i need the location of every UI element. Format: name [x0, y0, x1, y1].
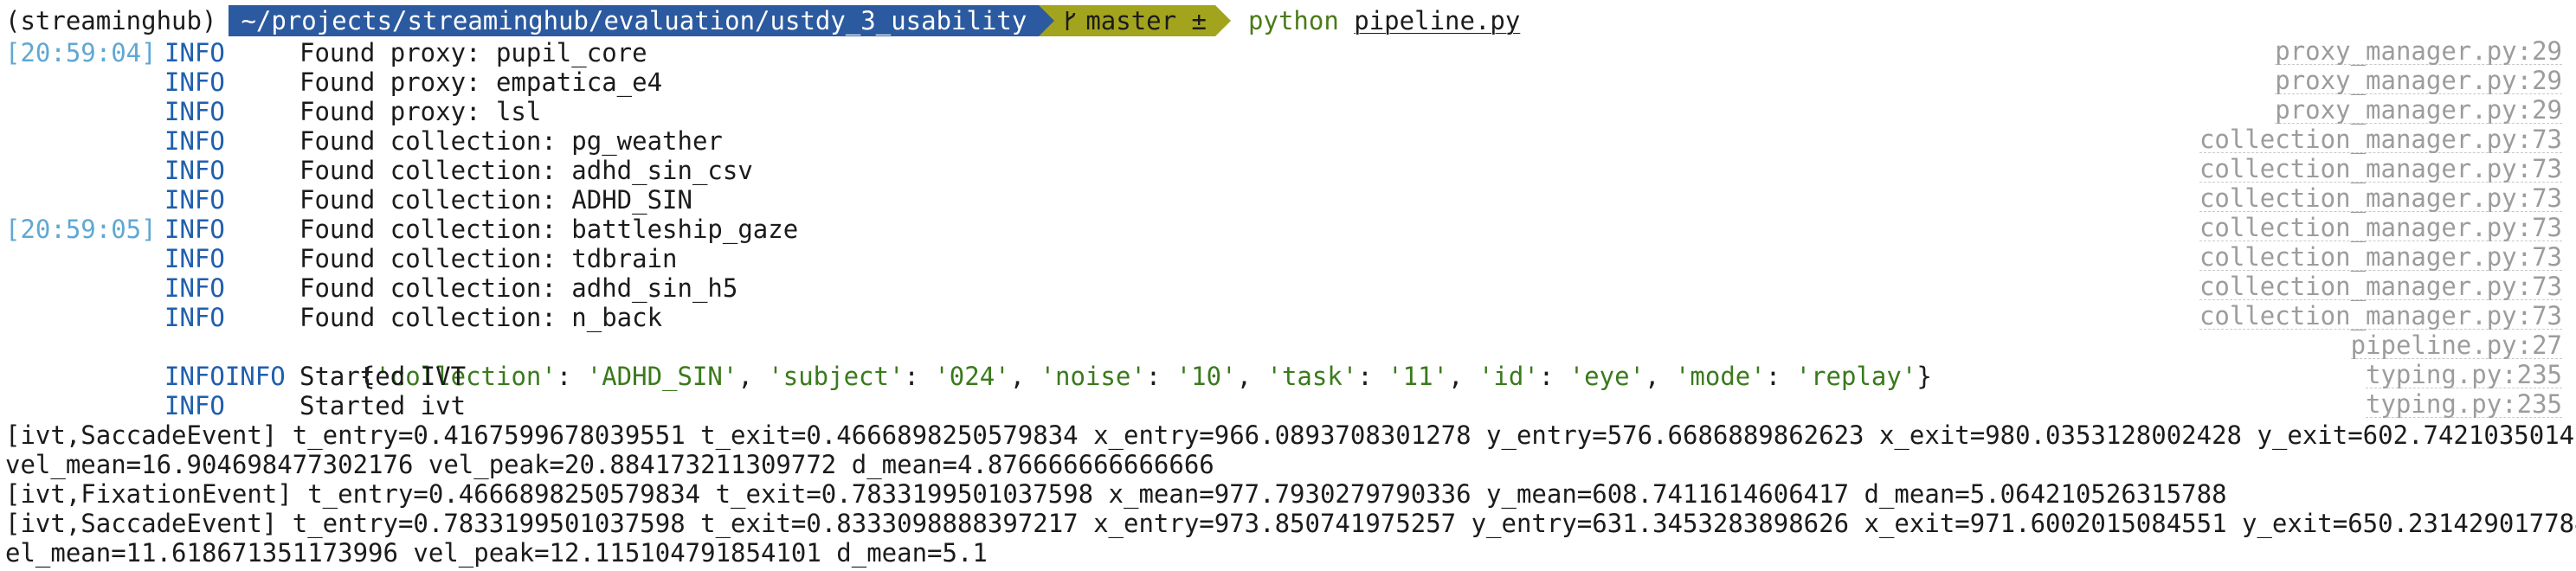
log-level: INFO — [164, 244, 225, 273]
terminal-window[interactable]: (streaminghub) ~/projects/streaminghub/e… — [0, 0, 2576, 571]
log-message: Found collection: adhd_sin_csv — [299, 156, 753, 185]
log-message: Found collection: n_back — [299, 303, 663, 332]
git-branch-icon — [1066, 11, 1076, 30]
log-source-link[interactable]: typing.py:235 — [2366, 362, 2562, 388]
log-level: INFO — [164, 273, 225, 303]
git-branch-label: master ± — [1085, 6, 1208, 35]
log-message: Found collection: battleship_gaze — [299, 215, 799, 244]
log-line: INFO Found collection: ADHD_SIN collection… — [5, 185, 2573, 215]
log-source-link[interactable]: collection_manager.py:73 — [2199, 244, 2562, 271]
output-line: vel_mean=16.904698477302176 vel_peak=20.… — [5, 450, 1214, 479]
command-name: python — [1248, 6, 1339, 35]
output-line: [ivt,FixationEvent] t_entry=0.4666898250… — [5, 479, 2227, 509]
log-message: Started IVT — [299, 362, 467, 391]
log-line: INFO Started ivt typing.py:235 — [5, 391, 2573, 420]
log-message: Started ivt — [299, 391, 467, 420]
log-message: Found collection: adhd_sin_h5 — [299, 273, 738, 303]
log-level: INFO — [164, 38, 225, 67]
log-line: [20:59:04] INFO Found proxy: pupil_core pro… — [5, 38, 2573, 67]
log-source-link[interactable]: collection_manager.py:73 — [2199, 185, 2562, 212]
log-line: INFO Found collection: adhd_sin_h5 collect… — [5, 273, 2573, 303]
log-timestamp: [20:59:04] — [5, 38, 157, 67]
log-source-link[interactable]: collection_manager.py:73 — [2199, 215, 2562, 241]
log-message: Found collection: pg_weather — [299, 126, 723, 156]
log-level: INFO — [164, 215, 225, 244]
log-line: INFO Started IVT typing.py:235 — [5, 362, 2573, 391]
log-line-dict: INFO {'collection': 'ADHD_SIN', 'subject'… — [5, 332, 2573, 391]
log-source-link[interactable]: typing.py:235 — [2366, 391, 2562, 418]
conda-env-label: (streaminghub) — [5, 6, 217, 35]
log-level: INFO — [164, 362, 225, 391]
log-message: Found proxy: lsl — [299, 97, 542, 126]
output-line: [ivt,SaccadeEvent] t_entry=0.41675996780… — [5, 420, 2576, 450]
log-level: INFO — [164, 97, 225, 126]
log-source-link[interactable]: pipeline.py:27 — [2350, 332, 2562, 359]
powerline-separator-icon — [1039, 5, 1055, 36]
log-message: Found proxy: pupil_core — [299, 38, 647, 67]
started-lines: INFO Started IVT typing.py:235 INFO Started … — [5, 362, 2573, 420]
log-source-link[interactable]: proxy_manager.py:29 — [2275, 38, 2562, 65]
log-level: INFO — [164, 185, 225, 215]
log-source-link[interactable]: collection_manager.py:73 — [2199, 156, 2562, 183]
log-source-link[interactable]: collection_manager.py:73 — [2199, 303, 2562, 330]
event-output: [ivt,SaccadeEvent] t_entry=0.41675996780… — [5, 420, 2576, 568]
log-message: Found collection: ADHD_SIN — [299, 185, 692, 215]
log-message: Found proxy: empatica_e4 — [299, 67, 663, 97]
log-line: INFO Found proxy: lsl proxy_manager.py:29 — [5, 97, 2573, 126]
log-line: INFO Found collection: tdbrain collection_… — [5, 244, 2573, 273]
log-line: INFO Found collection: n_back collection_m… — [5, 303, 2573, 332]
log-message: Found collection: tdbrain — [299, 244, 678, 273]
log-source-link[interactable]: collection_manager.py:73 — [2199, 126, 2562, 153]
git-branch-segment: master ± — [1054, 5, 1216, 36]
log-line: [20:59:05] INFO Found collection: battlesh… — [5, 215, 2573, 244]
command-argument: pipeline.py — [1354, 6, 1521, 35]
shell-prompt: (streaminghub) ~/projects/streaminghub/e… — [5, 3, 2573, 38]
output-line: el_mean=11.618671351173996 vel_peak=12.1… — [5, 538, 988, 568]
log-line: INFO Found collection: adhd_sin_csv collec… — [5, 156, 2573, 185]
log-level: INFO — [164, 391, 225, 420]
log-level: INFO — [164, 67, 225, 97]
log-line: INFO Found proxy: empatica_e4 proxy_manage… — [5, 67, 2573, 97]
powerline-end-icon — [1215, 5, 1232, 36]
log-source-link[interactable]: proxy_manager.py:29 — [2275, 97, 2562, 124]
log-level: INFO — [164, 126, 225, 156]
output-line: [ivt,SaccadeEvent] t_entry=0.78331995010… — [5, 509, 2576, 538]
log-level: INFO — [164, 156, 225, 185]
log-source-link[interactable]: collection_manager.py:73 — [2199, 273, 2562, 300]
log-output: [20:59:04] INFO Found proxy: pupil_core pro… — [5, 38, 2573, 332]
log-timestamp: [20:59:05] — [5, 215, 157, 244]
log-line: INFO Found collection: pg_weather collecti… — [5, 126, 2573, 156]
log-level: INFO — [164, 303, 225, 332]
prompt-path-segment: ~/projects/streaminghub/evaluation/ustdy… — [229, 5, 1040, 36]
log-source-link[interactable]: proxy_manager.py:29 — [2275, 67, 2562, 94]
